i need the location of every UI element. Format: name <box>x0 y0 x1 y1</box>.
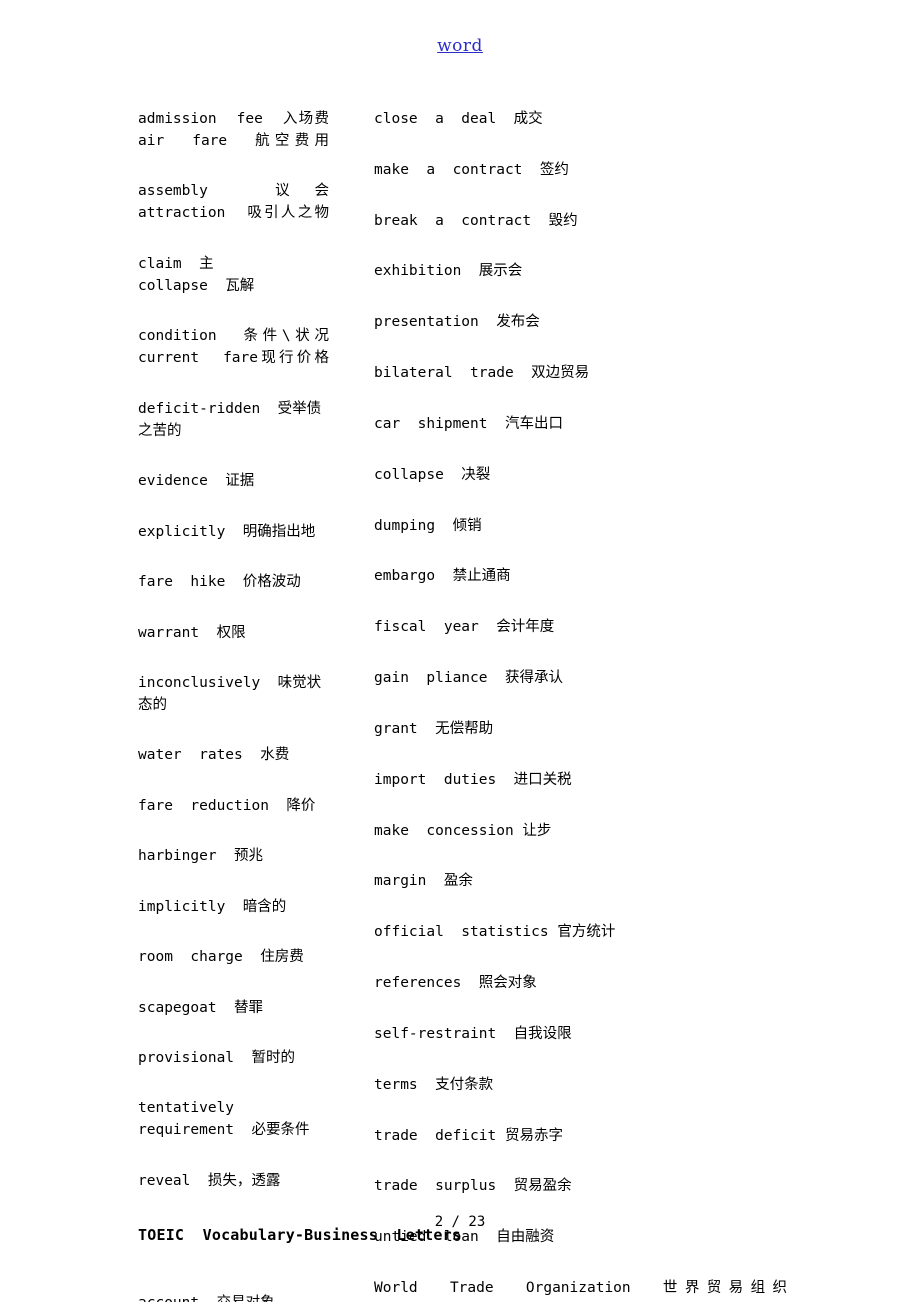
vocab-entry: trade surplus 贸易盈余 <box>374 1178 572 1195</box>
vocab-entry: condition 条件\状况 current fare现行价格 <box>138 328 347 367</box>
page-header: word <box>0 36 920 56</box>
vocab-entry: fare hike 价格波动 <box>138 574 301 591</box>
vocab-entry: gain pliance 获得承认 <box>374 670 563 687</box>
vocab-entry: bilateral trade 双边贸易 <box>374 365 590 382</box>
header-word-link[interactable]: word <box>437 36 483 56</box>
vocab-entry: room charge 住房费 <box>138 949 304 966</box>
vocab-entry: margin 盈余 <box>374 873 473 890</box>
vocab-entry: embargo 禁止通商 <box>374 568 511 585</box>
vocab-entry: reveal 损失，透露 <box>138 1172 281 1189</box>
vocab-entry: tentatively requirement 必要条件 <box>138 1100 310 1139</box>
vocab-entry: import duties 进口关税 <box>374 771 572 788</box>
vocab-entry: evidence 证据 <box>138 473 255 490</box>
vocab-entry: admission fee 入场费 air fare 航空费用 <box>138 111 347 150</box>
vocab-entry: terms 支付条款 <box>374 1076 494 1093</box>
vocab-entry: self-restraint 自我设限 <box>374 1025 572 1042</box>
vocab-entry: fare reduction 降价 <box>138 797 316 814</box>
left-column: admission fee 入场费 air fare 航空费用 assembly… <box>0 108 461 1302</box>
vocab-entry: implicitly 暗含的 <box>138 898 287 915</box>
vocab-entry: exhibition 展示会 <box>374 263 523 280</box>
vocab-entry: references 照会对象 <box>374 975 537 992</box>
document-page: word admission fee 入场费 air fare 航空费用 ass… <box>0 0 920 1302</box>
vocab-entry: close a deal 成交 <box>374 111 543 127</box>
vocab-entry: break a contract 毁约 <box>374 212 578 229</box>
vocab-entry: explicitly 明确指出地 <box>138 523 316 540</box>
page-number: 2 / 23 <box>434 1214 486 1230</box>
vocab-entry: provisional 暂时的 <box>138 1049 295 1066</box>
vocab-entry: deficit-ridden 受举债之苦的 <box>138 400 322 439</box>
vocab-entry: warrant 权限 <box>138 624 246 641</box>
vocab-entry: fiscal year 会计年度 <box>374 619 555 636</box>
vocab-entry: dumping 倾销 <box>374 517 482 534</box>
two-column-body: admission fee 入场费 air fare 航空费用 assembly… <box>0 108 920 1302</box>
vocab-entry: trade deficit 贸易赤字 <box>374 1127 563 1144</box>
vocab-entry: account 交易对象 <box>138 1292 329 1302</box>
vocab-entry: grant 无偿帮助 <box>374 720 494 737</box>
vocab-entry: inconclusively 味觉状态的 <box>138 674 322 713</box>
vocab-entry: assembly 议会 attraction 吸引人之物 <box>138 183 382 222</box>
vocab-entry: presentation 发布会 <box>374 314 540 331</box>
vocab-entry: official statistics 官方统计 <box>374 924 616 941</box>
vocab-entry: make a contract 签约 <box>374 161 569 178</box>
vocab-entry: harbinger 预兆 <box>138 848 264 865</box>
vocab-entry: claim 主 collapse 瓦解 <box>138 255 266 294</box>
vocab-entry: scapegoat 替罪 <box>138 999 264 1016</box>
page-footer: 2 / 23 <box>0 1214 920 1230</box>
vocab-entry: car shipment 汽车出口 <box>374 415 563 432</box>
vocab-entry: World Trade Organization 世界贸易组织 <box>374 1280 787 1297</box>
vocab-entry: water rates 水费 <box>138 747 290 764</box>
right-column: close a deal 成交 make a contract 签约 break… <box>337 108 797 1302</box>
vocab-entry: collapse 决裂 <box>374 466 491 483</box>
vocab-entry: make concession 让步 <box>374 822 552 839</box>
heading-spacer <box>138 1246 329 1292</box>
